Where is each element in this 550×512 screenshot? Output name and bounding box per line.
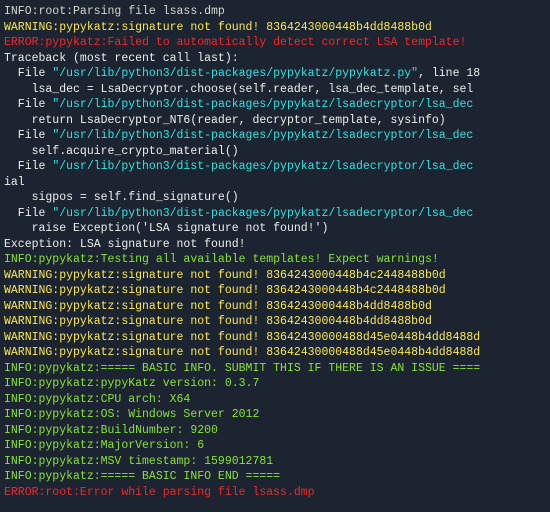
log-line: INFO:pypykatz:MSV timestamp: 1599012781 — [4, 454, 550, 470]
traceback-code: lsa_dec = LsaDecryptor.choose(self.reade… — [4, 82, 550, 98]
log-line: INFO:pypykatz:CPU arch: X64 — [4, 392, 550, 408]
traceback-code: raise Exception('LSA signature not found… — [4, 221, 550, 237]
log-line: INFO:pypykatz:Testing all available temp… — [4, 252, 550, 268]
log-line: INFO:pypykatz:pypyKatz version: 0.3.7 — [4, 376, 550, 392]
terminal-output: INFO:root:Parsing file lsass.dmp WARNING… — [4, 4, 550, 512]
traceback-code: return LsaDecryptor_NT6(reader, decrypto… — [4, 113, 550, 129]
log-line: INFO:pypykatz:BuildNumber: 9200 — [4, 423, 550, 439]
log-line: INFO:pypykatz:===== BASIC INFO. SUBMIT T… — [4, 361, 550, 377]
log-line: INFO:root:Parsing file lsass.dmp — [4, 4, 550, 20]
traceback-line: File "/usr/lib/python3/dist-packages/pyp… — [4, 97, 550, 113]
log-line: ERROR:root:Error while parsing file lsas… — [4, 485, 550, 501]
log-line: WARNING:pypykatz:signature not found! 83… — [4, 283, 550, 299]
traceback-line: File "/usr/lib/python3/dist-packages/pyp… — [4, 159, 550, 175]
log-line: ERROR:pypykatz:Failed to automatically d… — [4, 35, 550, 51]
log-line: INFO:pypykatz:OS: Windows Server 2012 — [4, 407, 550, 423]
traceback-line: File "/usr/lib/python3/dist-packages/pyp… — [4, 66, 550, 82]
log-line: WARNING:pypykatz:signature not found! 83… — [4, 268, 550, 284]
traceback-code: self.acquire_crypto_material() — [4, 144, 550, 160]
log-line: WARNING:pypykatz:signature not found! 83… — [4, 314, 550, 330]
traceback-code: sigpos = self.find_signature() — [4, 190, 550, 206]
traceback-header: Traceback (most recent call last): — [4, 51, 550, 67]
traceback-line: File "/usr/lib/python3/dist-packages/pyp… — [4, 206, 550, 222]
log-line: WARNING:pypykatz:signature not found! 83… — [4, 20, 550, 36]
log-line: INFO:pypykatz:===== BASIC INFO END ===== — [4, 469, 550, 485]
log-line: WARNING:pypykatz:signature not found! 83… — [4, 345, 550, 361]
log-line: WARNING:pypykatz:signature not found! 83… — [4, 330, 550, 346]
traceback-code: ial — [4, 175, 550, 191]
traceback-line: File "/usr/lib/python3/dist-packages/pyp… — [4, 128, 550, 144]
log-line: WARNING:pypykatz:signature not found! 83… — [4, 299, 550, 315]
exception-line: Exception: LSA signature not found! — [4, 237, 550, 253]
log-line: INFO:pypykatz:MajorVersion: 6 — [4, 438, 550, 454]
